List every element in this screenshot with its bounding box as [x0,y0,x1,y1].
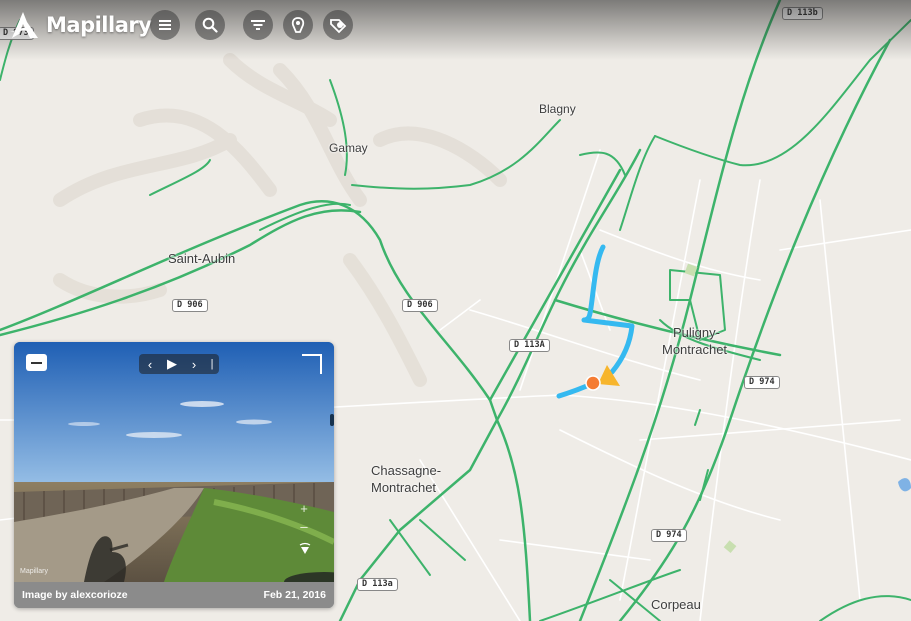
image-viewer[interactable]: ‹ ▶ › | + – Mapillary Image by alexcorio… [14,342,334,608]
map-tag-icon [330,19,347,34]
road-shield-d906-west: D 906 [172,299,208,312]
sequence-navigation: ‹ ▶ › | [139,354,219,374]
minimize-viewer-button[interactable] [26,354,47,371]
road-shield-d974-south: D 974 [651,529,687,542]
zoom-out-button[interactable]: – [296,518,312,536]
next-image-icon[interactable]: › [183,357,205,372]
place-label-gamay: Gamay [329,141,368,155]
image-attribution[interactable]: Image by alexcorioze [22,589,128,601]
user-location-button[interactable] [283,10,313,40]
road-shield-d974-north: D 974 [744,376,780,389]
menu-button[interactable] [150,10,180,40]
place-label-saint-aubin: Saint-Aubin [168,251,236,266]
mapillary-logo-icon [10,12,38,38]
map-tag-button[interactable] [323,10,353,40]
place-label-chassagne-line2: Montrachet [371,480,437,495]
place-label-corpeau: Corpeau [651,597,701,612]
road-shield-d113b: D 113b [782,7,823,20]
place-label-puligny-line1: Puligny- [673,325,720,340]
play-icon[interactable]: ▶ [161,356,183,372]
road-shield-d113a-upper: D 113A [509,339,550,352]
road-shield-d906-east: D 906 [402,299,438,312]
filter-button[interactable] [243,10,273,40]
image-date: Feb 21, 2016 [263,589,326,601]
mapillary-watermark: Mapillary [20,568,49,575]
mapillary-logo[interactable]: Mapillary [8,8,152,42]
expand-viewer-icon[interactable] [302,354,322,374]
place-label-chassagne-line1: Chassagne- [371,463,442,478]
place-label-puligny-line2: Montrachet [662,342,728,357]
app-name: Mapillary [46,13,152,37]
direction-compass-icon[interactable] [298,542,312,556]
menu-icon [159,20,171,30]
viewer-footer: Image by alexcorioze Feb 21, 2016 [14,582,334,608]
viewer-zoom-controls: + – [296,500,312,536]
stop-icon[interactable]: | [205,358,219,370]
search-button[interactable] [195,10,225,40]
search-icon [202,17,218,33]
previous-image-icon[interactable]: ‹ [139,357,161,372]
place-label-blagny: Blagny [539,102,576,116]
user-location-icon [291,17,305,33]
zoom-in-button[interactable]: + [296,500,312,518]
street-level-photo[interactable] [14,342,334,582]
filter-icon [251,20,265,30]
road-shield-d113a-lower: D 113a [357,578,398,591]
